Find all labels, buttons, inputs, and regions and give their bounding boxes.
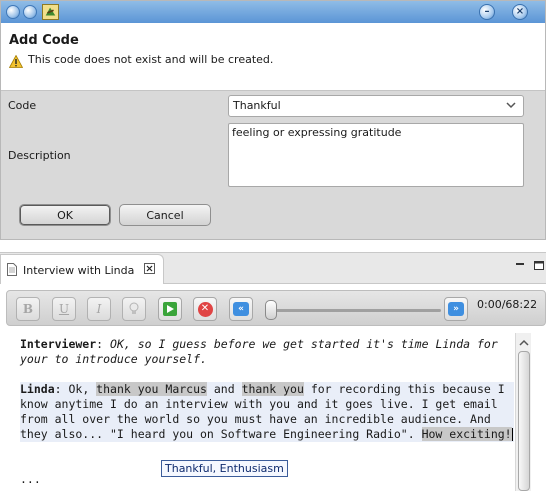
scrollbar-thumb[interactable] [518, 351, 530, 491]
code-combobox[interactable]: Thankful [228, 95, 524, 117]
maximize-view-icon[interactable] [534, 260, 545, 271]
dialog-header: Add Code This code does not exist and wi… [1, 23, 545, 91]
dialog-titlebar: – × [1, 1, 545, 23]
coded-segment-how-exciting[interactable]: How exciting! [421, 427, 512, 441]
ok-button[interactable]: OK [19, 204, 111, 226]
tab-label: Interview with Linda [23, 264, 135, 277]
bold-button[interactable]: B [16, 297, 40, 321]
coded-segment-thank-you-marcus[interactable]: thank you Marcus [96, 382, 207, 396]
underline-button[interactable]: U [52, 297, 76, 321]
stop-button[interactable]: ✕ [193, 297, 217, 321]
forward-button[interactable]: » [444, 297, 468, 321]
lightbulb-icon [129, 302, 139, 314]
scroll-up-icon[interactable] [518, 338, 530, 348]
minimize-view-icon[interactable] [515, 260, 525, 270]
warning-icon [9, 55, 23, 68]
close-tab-icon[interactable] [144, 263, 155, 274]
linda-text-1: : Ok, [54, 382, 97, 396]
code-tooltip: Thankful, Enthusiasm [161, 460, 288, 477]
playback-slider-thumb[interactable] [265, 300, 277, 320]
minimize-icon[interactable]: – [479, 4, 495, 20]
speaker-interviewer: Interviewer [20, 337, 97, 351]
code-combobox-value: Thankful [233, 99, 281, 112]
italic-button[interactable]: I [87, 297, 111, 321]
rewind-icon: « [233, 302, 249, 316]
play-button[interactable] [158, 297, 182, 321]
tab-strip: Interview with Linda [0, 253, 546, 284]
cancel-button[interactable]: Cancel [119, 204, 211, 226]
description-textarea[interactable]: feeling or expressing gratitude [228, 123, 524, 187]
vertical-scrollbar[interactable] [515, 333, 531, 491]
coded-segment-thank-you[interactable]: thank you [241, 382, 304, 396]
rewind-button[interactable]: « [229, 297, 253, 321]
close-window-icon[interactable]: × [512, 4, 528, 20]
paragraph-linda: Linda: Ok, thank you Marcus and thank yo… [20, 382, 514, 442]
dialog-message: This code does not exist and will be cre… [28, 53, 274, 66]
description-label: Description [8, 149, 71, 162]
dialog-title: Add Code [9, 33, 79, 48]
paragraph-interviewer: Interviewer: OK, so I guess before we ge… [20, 337, 514, 367]
app-icon [42, 4, 59, 20]
playback-time: 0:00/68:22 [477, 298, 538, 311]
speaker-linda: Linda [20, 382, 55, 396]
window-pin-icon[interactable] [23, 5, 37, 19]
add-code-dialog: – × Add Code This code does not exist an… [0, 0, 546, 240]
media-toolbar: B U I ✕ « » 0:00/68:22 [6, 290, 546, 326]
window-menu-icon[interactable] [6, 5, 20, 19]
document-icon [7, 263, 17, 276]
stop-icon: ✕ [197, 301, 213, 317]
playback-slider-track[interactable] [273, 309, 441, 312]
text-caret [511, 428, 513, 441]
interview-editor-view: Interview with Linda B U I ✕ « » 0:00/68… [0, 252, 546, 491]
linda-text-2: and [206, 382, 242, 396]
code-label: Code [8, 99, 37, 112]
play-icon [163, 302, 177, 316]
lightbulb-button[interactable] [122, 297, 146, 321]
forward-icon: » [448, 302, 464, 316]
chevron-down-icon[interactable] [505, 98, 517, 112]
tab-interview-with-linda[interactable]: Interview with Linda [0, 254, 164, 284]
